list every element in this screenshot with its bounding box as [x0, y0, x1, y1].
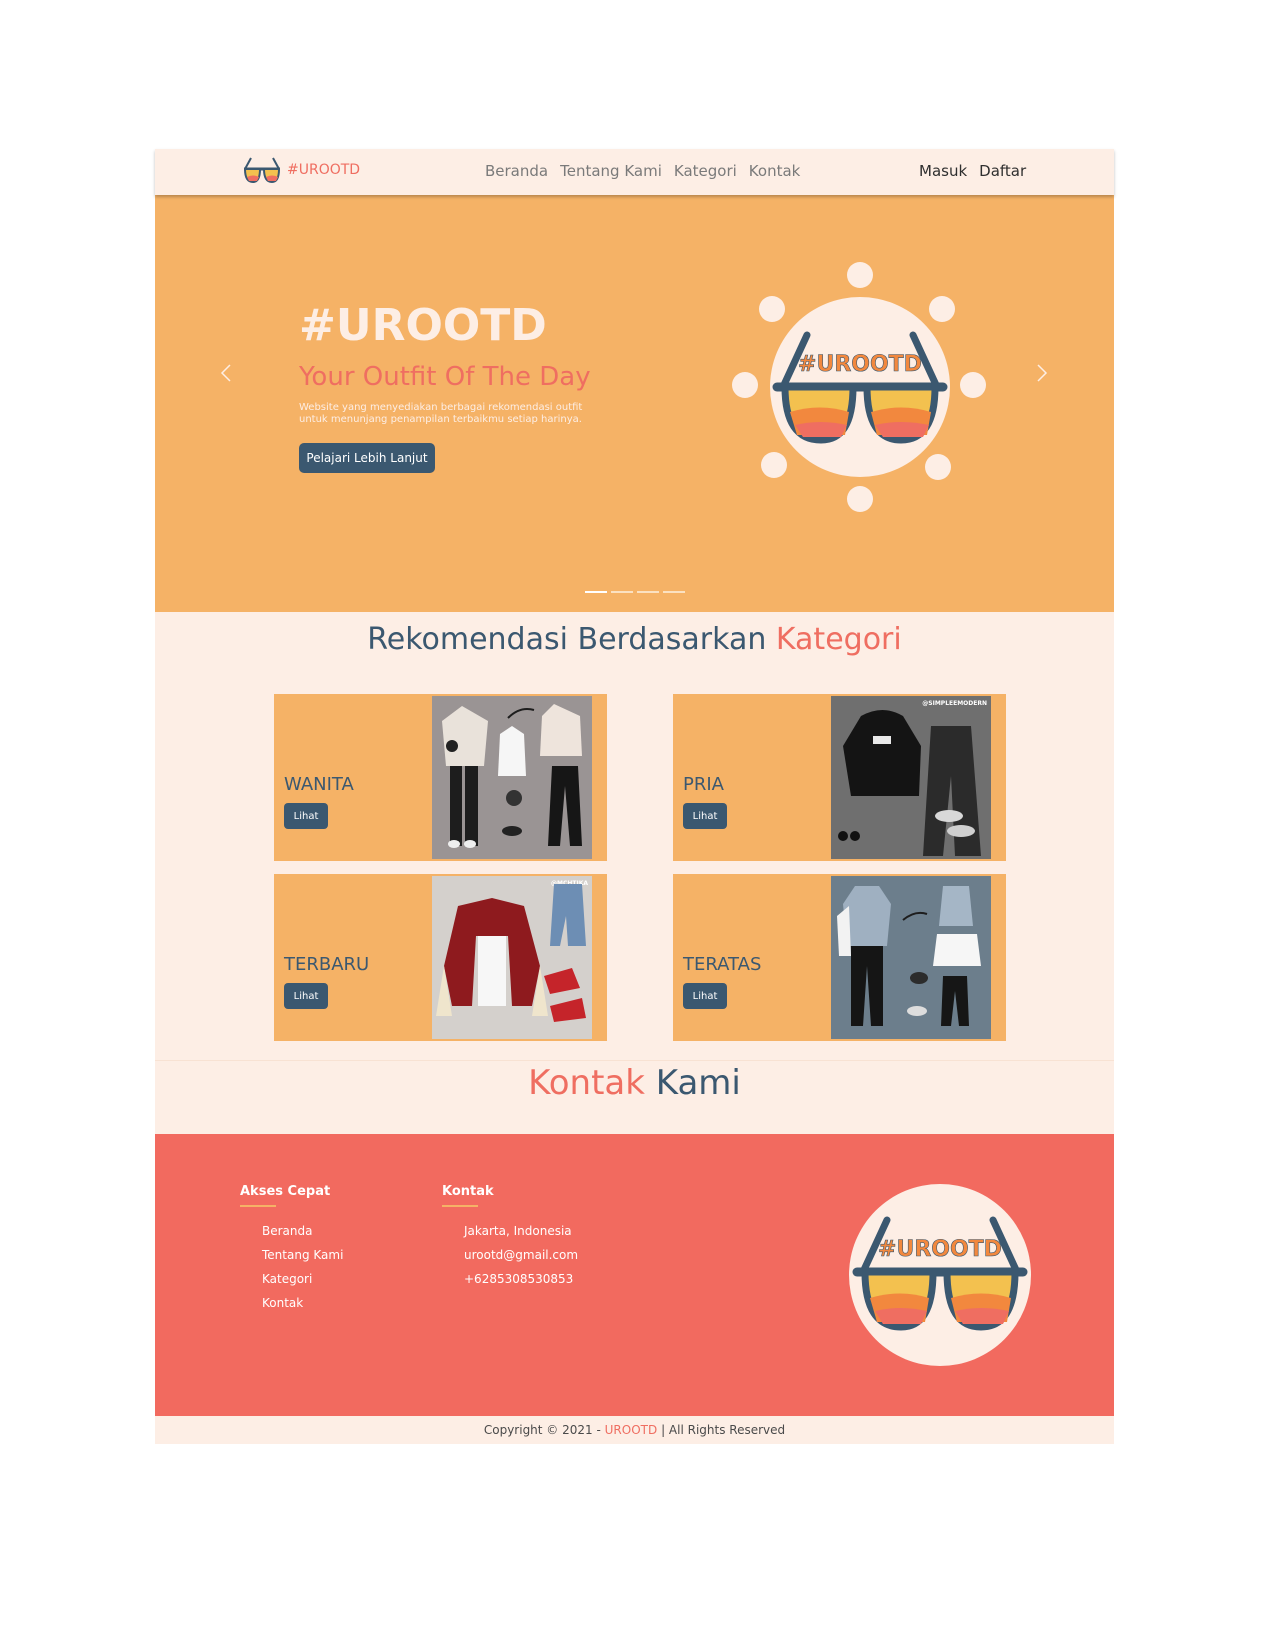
outfit-image-teratas — [831, 876, 991, 1039]
nav-link-kategori[interactable]: Kategori — [674, 162, 737, 180]
footer-link-beranda[interactable]: Beranda — [262, 1219, 343, 1243]
footer-link-kontak[interactable]: Kontak — [262, 1291, 343, 1315]
category-name: TERBARU — [284, 954, 370, 975]
quick-links-heading: Akses Cepat — [240, 1184, 331, 1199]
hero-description: Website yang menyediakan berbagai rekome… — [299, 402, 583, 425]
contact-title-part1: Kontak — [528, 1063, 645, 1103]
category-card-teratas: TERATAS Lihat — [673, 874, 1006, 1041]
view-button[interactable]: Lihat — [683, 983, 727, 1009]
view-button[interactable]: Lihat — [284, 803, 328, 829]
nav-link-tentang-kami[interactable]: Tentang Kami — [560, 162, 662, 180]
outfit-image-wanita — [432, 696, 592, 859]
register-link[interactable]: Daftar — [979, 162, 1026, 180]
copyright-suffix: | All Rights Reserved — [661, 1423, 786, 1437]
login-link[interactable]: Masuk — [919, 162, 967, 180]
footer-contact: Kontak Jakarta, Indonesia urootd@gmail.c… — [442, 1184, 578, 1291]
nav-auth: Masuk Daftar — [919, 162, 1026, 180]
contact-heading: Kontak — [442, 1184, 494, 1199]
category-section-title: Rekomendasi Berdasarkan Kategori — [155, 622, 1114, 657]
outfit-image-terbaru: @MCHTIKA — [432, 876, 592, 1039]
category-title-part2: Kategori — [775, 622, 902, 657]
hero-title: #UROOTD — [299, 300, 547, 351]
contact-location: Jakarta, Indonesia — [464, 1224, 572, 1238]
contact-section: Kontak Kami — [155, 1060, 1114, 1134]
heading-underline — [442, 1205, 478, 1207]
carousel-indicator-4[interactable] — [663, 591, 685, 593]
category-name: WANITA — [284, 774, 354, 795]
contact-section-title: Kontak Kami — [155, 1063, 1114, 1103]
nav-links: Beranda Tentang Kami Kategori Kontak — [485, 162, 800, 180]
brand-name[interactable]: #UROOTD — [287, 162, 360, 178]
carousel-indicators — [585, 591, 685, 593]
carousel-indicator-2[interactable] — [611, 591, 633, 593]
chevron-left-icon[interactable] — [217, 363, 237, 383]
category-name: PRIA — [683, 774, 724, 795]
nav-link-beranda[interactable]: Beranda — [485, 162, 548, 180]
category-section: Rekomendasi Berdasarkan Kategori WANITA … — [155, 612, 1114, 1060]
footer-link-kategori[interactable]: Kategori — [262, 1267, 343, 1291]
learn-more-button[interactable]: Pelajari Lebih Lanjut — [299, 443, 435, 473]
category-name: TERATAS — [683, 954, 762, 975]
page: #UROOTD Beranda Tentang Kami Kategori Ko… — [155, 149, 1114, 1444]
contact-phone[interactable]: +6285308530853 — [464, 1267, 578, 1291]
category-title-part1: Rekomendasi Berdasarkan — [367, 622, 767, 657]
chevron-right-icon[interactable] — [1031, 363, 1051, 383]
footer-quick-links: Akses Cepat Beranda Tentang Kami Kategor… — [240, 1184, 343, 1315]
hero-carousel: #UROOTD Your Outfit Of The Day Website y… — [155, 195, 1114, 612]
contact-title-part2: Kami — [655, 1063, 741, 1103]
outfit-image-pria: @SIMPLEEMODERN — [831, 696, 991, 859]
footer: Akses Cepat Beranda Tentang Kami Kategor… — [155, 1134, 1114, 1416]
contact-email[interactable]: urootd@gmail.com — [464, 1243, 578, 1267]
hero-logo-text: #UROOTD — [798, 352, 922, 377]
footer-logo-text: #UROOTD — [878, 1237, 1002, 1262]
sunglasses-icon — [243, 157, 281, 184]
footer-link-tentang-kami[interactable]: Tentang Kami — [262, 1243, 343, 1267]
copyright-bar: Copyright © 2021 - UROOTD | All Rights R… — [155, 1416, 1114, 1444]
view-button[interactable]: Lihat — [683, 803, 727, 829]
category-card-terbaru: TERBARU Lihat @MCHTIKA — [274, 874, 607, 1041]
category-card-wanita: WANITA Lihat — [274, 694, 607, 861]
copyright-brand: UROOTD — [604, 1423, 658, 1437]
brand-logo[interactable]: #UROOTD — [241, 155, 360, 185]
hero-logo-image: #UROOTD — [732, 262, 986, 512]
image-caption: @SIMPLEEMODERN — [922, 700, 987, 707]
category-card-pria: PRIA Lihat @SIMPLEEMODERN — [673, 694, 1006, 861]
carousel-indicator-3[interactable] — [637, 591, 659, 593]
nav-link-kontak[interactable]: Kontak — [749, 162, 801, 180]
navbar: #UROOTD Beranda Tentang Kami Kategori Ko… — [155, 149, 1114, 195]
heading-underline — [240, 1205, 276, 1207]
view-button[interactable]: Lihat — [284, 983, 328, 1009]
copyright-prefix: Copyright © 2021 - — [483, 1423, 601, 1437]
carousel-indicator-1[interactable] — [585, 591, 607, 593]
hero-subtitle: Your Outfit Of The Day — [299, 362, 591, 392]
footer-logo-image: #UROOTD — [849, 1184, 1031, 1366]
